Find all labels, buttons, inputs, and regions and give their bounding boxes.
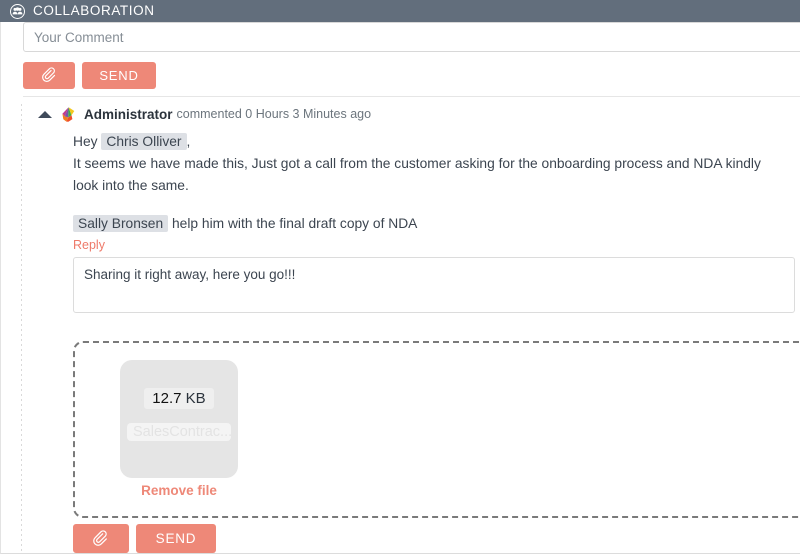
users-group-icon <box>10 3 25 19</box>
comment-input[interactable] <box>23 22 800 52</box>
composer-divider <box>23 96 800 97</box>
file-name: SalesContrac... <box>127 423 231 441</box>
attach-file-button[interactable] <box>23 62 75 89</box>
paperclip-icon <box>92 529 110 548</box>
comment-greeting-line: Hey Chris Olliver, <box>73 131 782 153</box>
attach-file-button-reply[interactable] <box>73 524 129 553</box>
mention-sally-bronsen[interactable]: Sally Bronsen <box>73 215 169 232</box>
comment-header: Administrator commented 0 Hours 3 Minute… <box>0 104 800 124</box>
paperclip-icon <box>41 67 58 84</box>
caret-up-icon[interactable] <box>38 110 52 118</box>
send-button[interactable]: SEND <box>82 62 156 89</box>
comment-second-line: Sally Bronsen help him with the final dr… <box>73 213 782 235</box>
reply-textarea[interactable] <box>73 257 795 313</box>
panel-title: COLLABORATION <box>33 3 155 19</box>
comment-paragraph: It seems we have made this, Just got a c… <box>73 156 761 193</box>
greeting-prefix: Hey <box>73 134 98 149</box>
collaboration-panel: COLLABORATION SEND <box>0 0 800 554</box>
file-size-unit: KB <box>185 390 206 407</box>
file-size-value: 12.7 <box>152 390 182 407</box>
send-button-reply[interactable]: SEND <box>136 524 216 553</box>
comment-thread-item: Administrator commented 0 Hours 3 Minute… <box>0 104 800 313</box>
remove-file-button[interactable]: Remove file <box>120 483 238 498</box>
file-dropzone[interactable]: 12.7 KB SalesContrac... Remove file <box>73 341 800 518</box>
comment-author: Administrator <box>84 106 173 122</box>
attached-file-tile[interactable]: 12.7 KB SalesContrac... <box>120 360 238 478</box>
panel-header: COLLABORATION <box>0 0 800 22</box>
reply-link[interactable]: Reply <box>73 238 105 252</box>
composer-actions: SEND <box>23 62 800 89</box>
reply-actions: SEND <box>73 524 216 553</box>
comment-composer: SEND <box>23 22 800 89</box>
comment-timestamp: commented 0 Hours 3 Minutes ago <box>176 107 372 121</box>
comment-body: Hey Chris Olliver, It seems we have made… <box>0 131 800 313</box>
file-size: 12.7 KB <box>144 388 214 409</box>
mention-chris-olliver[interactable]: Chris Olliver <box>101 133 187 150</box>
greeting-suffix: , <box>186 134 191 149</box>
rainbow-logo-avatar <box>59 106 84 123</box>
second-line-text: help him with the final draft copy of ND… <box>171 216 418 231</box>
